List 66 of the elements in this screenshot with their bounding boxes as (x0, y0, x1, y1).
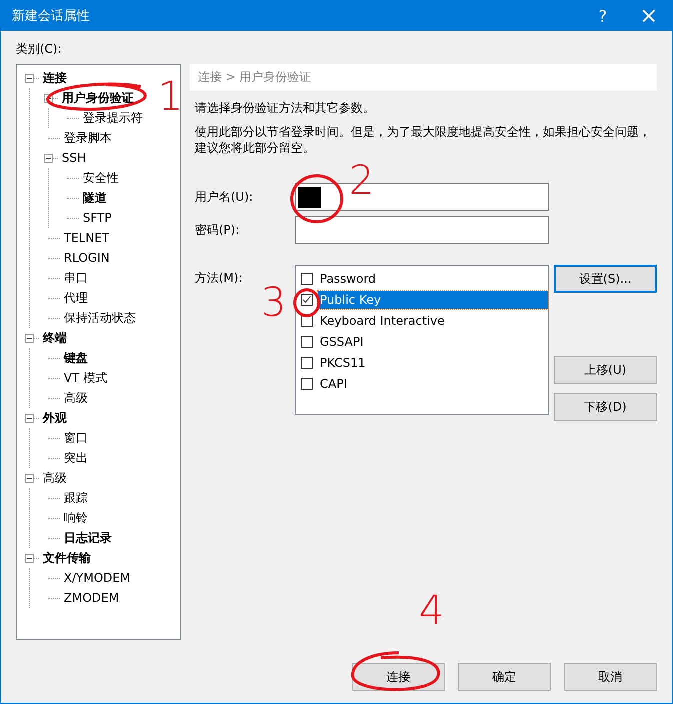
close-button[interactable]: × (626, 1, 672, 31)
method-item[interactable]: Keyboard Interactive (318, 312, 548, 330)
annotation-number: 1 (158, 77, 184, 117)
tree-item[interactable]: ZMODEM (63, 591, 120, 605)
settings-button[interactable]: 设置(S)... (554, 265, 657, 293)
note-text: 使用此部分以节省登录时间。但是，为了最大限度地提高安全性，如果担心安全问题，建议您将此部分留空。 (194, 124, 652, 156)
tree-item[interactable]: 窗口 (63, 430, 89, 446)
method-item[interactable]: GSSAPI (318, 332, 548, 350)
tree-item[interactable]: TELNET (63, 231, 110, 245)
tree-item[interactable]: 跟踪 (63, 490, 89, 506)
move-button[interactable]: 上移(U) (554, 356, 657, 384)
tree-item[interactable]: 串口 (63, 270, 89, 286)
field-label: 方法(M): (194, 270, 244, 287)
window-title: 新建会话属性 (12, 8, 91, 25)
tree-item[interactable]: 响铃 (63, 510, 89, 526)
move-button[interactable]: 下移(D) (554, 393, 657, 421)
tree-item[interactable]: SFTP (82, 211, 113, 225)
method-item[interactable]: PKCS11 (318, 354, 548, 372)
tree-item[interactable]: 安全性 (82, 170, 120, 186)
annotation-number: 2 (349, 161, 374, 201)
checkbox[interactable] (301, 272, 313, 284)
tree-item[interactable]: 键盘 (63, 350, 89, 366)
checkbox[interactable] (301, 356, 313, 368)
annotation-circle (294, 288, 320, 318)
annotation-number: 3 (261, 283, 286, 323)
checkbox[interactable] (301, 336, 313, 348)
collapse-icon[interactable] (25, 554, 34, 562)
tree-item[interactable]: 高级 (42, 470, 68, 486)
dialog-button[interactable]: 确定 (458, 663, 551, 691)
collapse-icon[interactable] (44, 154, 53, 162)
tree-item[interactable]: 突出 (63, 450, 89, 466)
tree-item[interactable]: RLOGIN (63, 251, 111, 265)
category-label: 类别(C): (16, 41, 63, 58)
tree-item[interactable]: 保持活动状态 (63, 310, 137, 326)
tree-item[interactable]: VT 模式 (63, 370, 108, 386)
tree-item[interactable]: SSH (61, 151, 88, 165)
tree-item[interactable]: 终端 (42, 330, 68, 346)
tree-item[interactable]: 代理 (63, 290, 89, 306)
breadcrumb: 连接 > 用户身份验证 (190, 64, 657, 91)
tree-item[interactable]: 登录提示符 (82, 110, 144, 126)
tree-item[interactable]: 日志记录 (63, 530, 113, 546)
field-label: 用户名(U): (194, 188, 254, 206)
instruction-text: 请选择身份验证方法和其它参数。 (194, 100, 376, 117)
collapse-icon[interactable] (25, 74, 34, 82)
tree-item[interactable]: 文件传输 (42, 550, 92, 566)
help-button[interactable]: ? (580, 1, 626, 31)
collapse-icon[interactable] (25, 474, 34, 482)
checkbox[interactable] (301, 294, 313, 306)
password-field[interactable] (295, 216, 549, 244)
dialog-button[interactable]: 取消 (564, 663, 657, 691)
annotation-circle (290, 174, 344, 224)
annotation-number: 4 (419, 591, 444, 631)
tree-item[interactable]: X/YMODEM (63, 571, 132, 585)
field-label: 密码(P): (194, 222, 241, 238)
checkbox[interactable] (301, 378, 313, 390)
tree-item[interactable]: 隧道 (82, 190, 108, 206)
tree-item[interactable]: 用户身份验证 (61, 90, 135, 106)
method-item[interactable]: CAPI (318, 374, 548, 392)
collapse-icon[interactable] (25, 334, 34, 342)
tree-item[interactable]: 外观 (42, 410, 68, 426)
tree-item[interactable]: 登录脚本 (63, 130, 113, 146)
tree-item[interactable]: 连接 (42, 70, 68, 86)
tree-item[interactable]: 高级 (63, 390, 89, 406)
collapse-icon[interactable] (25, 414, 34, 422)
method-item[interactable]: Public Key (318, 290, 548, 308)
method-item[interactable]: Password (318, 270, 548, 288)
